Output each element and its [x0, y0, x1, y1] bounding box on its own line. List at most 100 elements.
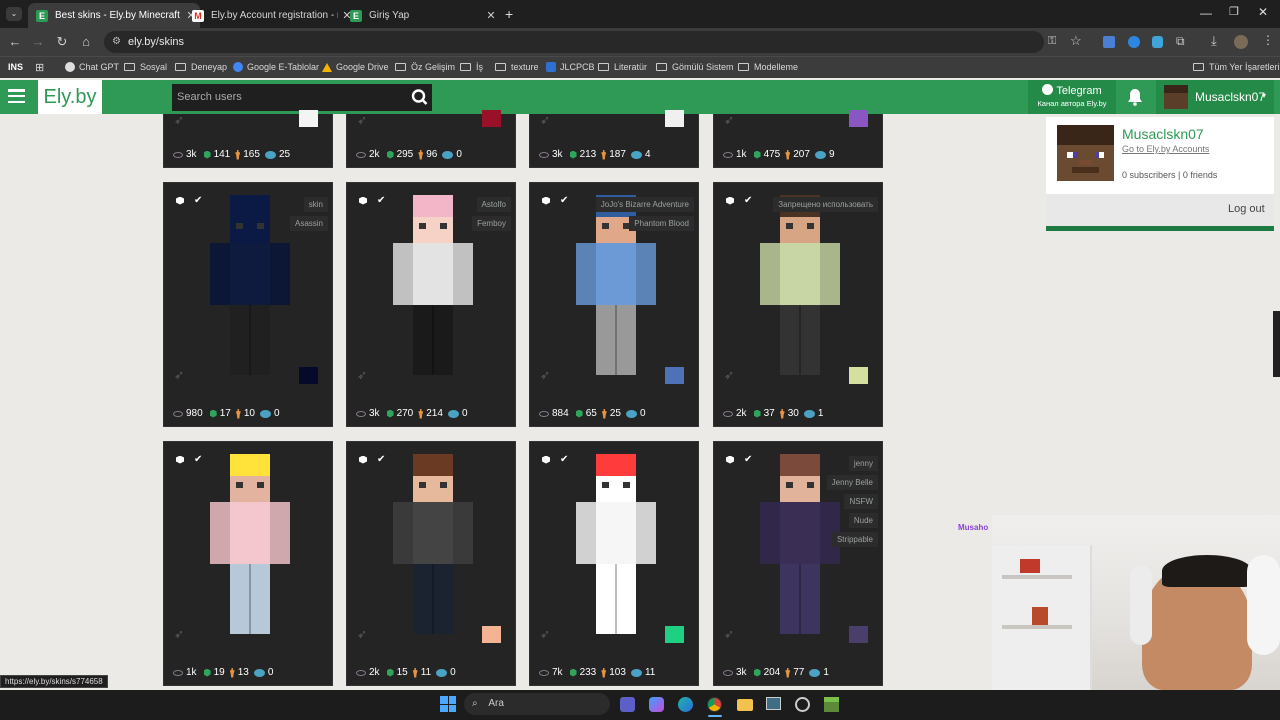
extension-translate-icon[interactable]: [1103, 36, 1115, 48]
teams-icon[interactable]: [620, 697, 635, 712]
scrollbar-thumb[interactable]: [1273, 311, 1280, 377]
cube-icon[interactable]: [176, 196, 184, 205]
menu-dots-icon[interactable]: ⋮: [1262, 33, 1274, 47]
skin-tag[interactable]: jenny: [848, 456, 878, 471]
taskbar-search[interactable]: ⌕ Ara: [464, 693, 610, 715]
rocket-icon[interactable]: ➶: [540, 627, 550, 641]
search-input[interactable]: Search users: [172, 84, 408, 111]
close-window-button[interactable]: ✕: [1258, 5, 1268, 19]
skin-card[interactable]: ✔ ➶ 2k 15 11 0: [346, 441, 516, 686]
skin-tag[interactable]: Strippable: [831, 532, 878, 547]
cube-icon[interactable]: [359, 455, 367, 464]
check-icon[interactable]: ✔: [560, 195, 568, 206]
rocket-icon[interactable]: ➶: [357, 113, 367, 127]
search-button[interactable]: [408, 84, 432, 111]
skin-preview[interactable]: [204, 452, 294, 640]
extensions-puzzle-icon[interactable]: ⧉: [1176, 34, 1185, 49]
check-icon[interactable]: ✔: [194, 454, 202, 465]
site-info-icon[interactable]: ⚙: [112, 31, 121, 53]
apps-grid-icon[interactable]: ⊞: [35, 57, 44, 77]
check-icon[interactable]: ✔: [560, 454, 568, 465]
hamburger-menu-icon[interactable]: [8, 89, 25, 103]
cube-icon[interactable]: [542, 196, 550, 205]
chrome-icon[interactable]: [707, 697, 722, 712]
bookmark-gomulu-sistem[interactable]: Gömülü Sistem: [656, 57, 734, 77]
home-icon[interactable]: ⌂: [76, 34, 96, 49]
skin-tag[interactable]: Phantom Blood: [629, 216, 694, 231]
skin-card[interactable]: ✔ Запрещено использовать ➶ 2k 37 30 1: [713, 182, 883, 427]
skin-tag[interactable]: Запрещено использовать: [773, 197, 878, 212]
maximize-button[interactable]: ❐: [1229, 5, 1239, 18]
skin-preview[interactable]: [570, 452, 660, 640]
tab-list-button[interactable]: ⌄: [6, 7, 22, 21]
bookmark-oz-gelisim[interactable]: Öz Gelişim: [395, 57, 455, 77]
cube-icon[interactable]: [726, 196, 734, 205]
profile-name[interactable]: Musaclskn07: [1122, 126, 1204, 142]
password-key-icon[interactable]: ⚿: [1048, 35, 1056, 48]
extension-blue-icon[interactable]: [1128, 36, 1140, 48]
monitor-app-icon[interactable]: [766, 697, 781, 710]
rocket-icon[interactable]: ➶: [724, 368, 734, 382]
profile-avatar-icon[interactable]: [1234, 35, 1248, 49]
skin-preview[interactable]: [754, 193, 844, 381]
rocket-icon[interactable]: ➶: [540, 368, 550, 382]
minecraft-icon[interactable]: [824, 697, 839, 712]
user-menu[interactable]: Musaclskn07 ▾: [1156, 80, 1274, 114]
logout-button[interactable]: Log out: [1228, 203, 1265, 215]
cube-icon[interactable]: [726, 455, 734, 464]
skin-card[interactable]: ✔ ➶ 7k 233 103 11: [529, 441, 699, 686]
bookmark-google-drive[interactable]: Google Drive: [322, 57, 389, 77]
back-icon[interactable]: ←: [5, 34, 25, 49]
url-field[interactable]: ⚙ ely.by/skins: [104, 31, 1044, 53]
check-icon[interactable]: ✔: [194, 195, 202, 206]
bookmark-chatgpt[interactable]: Chat GPT: [65, 57, 119, 77]
skin-tag[interactable]: Astolfo: [476, 197, 511, 212]
rocket-icon[interactable]: ➶: [357, 368, 367, 382]
skin-card[interactable]: ✔ Astolfo Femboy ➶ 3k 270 214 0: [346, 182, 516, 427]
edge-icon[interactable]: [678, 697, 693, 712]
rocket-icon[interactable]: ➶: [357, 627, 367, 641]
new-tab-button[interactable]: +: [505, 6, 513, 22]
tab-giris-yap[interactable]: E Giriş Yap ✕: [342, 3, 500, 28]
bookmark-google-sheets[interactable]: Google E-Tablolar: [233, 57, 319, 77]
bookmark-texture[interactable]: texture: [495, 57, 539, 77]
skin-card[interactable]: ✔ JoJo's Bizarre Adventure Phantom Blood ➶ 8…: [529, 182, 699, 427]
bookmark-deneyap[interactable]: Deneyap: [175, 57, 227, 77]
cube-icon[interactable]: [359, 196, 367, 205]
skin-preview[interactable]: [387, 193, 477, 381]
bookmark-literatur[interactable]: Literatür: [598, 57, 647, 77]
bookmark-all[interactable]: Tüm Yer İşaretleri: [1193, 57, 1280, 77]
skin-card[interactable]: ➶ 3k 213 187 4: [529, 110, 699, 168]
extension-shield-icon[interactable]: [1152, 36, 1163, 48]
bookmark-ins[interactable]: INS: [8, 57, 23, 77]
accounts-link[interactable]: Go to Ely.by Accounts: [1122, 144, 1209, 154]
check-icon[interactable]: ✔: [377, 454, 385, 465]
skin-card[interactable]: ✔ skin Asassin ➶ 980 17 10 0: [163, 182, 333, 427]
windows-start-icon[interactable]: [440, 696, 456, 712]
bell-icon[interactable]: [1127, 88, 1143, 106]
bookmark-modelleme[interactable]: Modelleme: [738, 57, 798, 77]
skin-preview[interactable]: [204, 193, 294, 381]
file-explorer-icon[interactable]: [737, 699, 753, 711]
skin-tag[interactable]: NSFW: [844, 494, 878, 509]
skin-tag[interactable]: Nude: [848, 513, 878, 528]
rocket-icon[interactable]: ➶: [540, 113, 550, 127]
reload-icon[interactable]: ↻: [52, 34, 72, 50]
skin-tag[interactable]: Asassin: [289, 216, 328, 231]
telegram-link[interactable]: Telegram Канал автора Ely.by: [1028, 80, 1116, 114]
copilot-icon[interactable]: [649, 697, 664, 712]
download-icon[interactable]: ⤓: [1211, 33, 1217, 49]
settings-app-icon[interactable]: [795, 697, 810, 712]
bookmark-jlcpcb[interactable]: JLCPCB: [546, 57, 595, 77]
rocket-icon[interactable]: ➶: [724, 627, 734, 641]
cube-icon[interactable]: [176, 455, 184, 464]
skin-tag[interactable]: Jenny Belle: [826, 475, 878, 490]
bookmark-star-icon[interactable]: ☆: [1070, 33, 1082, 49]
skin-preview[interactable]: [387, 452, 477, 640]
skin-card[interactable]: ➶ 1k 475 207 9: [713, 110, 883, 168]
forward-icon[interactable]: →: [28, 34, 48, 49]
site-logo[interactable]: Ely.by: [38, 80, 102, 114]
minimize-button[interactable]: —: [1200, 6, 1212, 20]
check-icon[interactable]: ✔: [377, 195, 385, 206]
bookmark-sosyal[interactable]: Sosyal: [124, 57, 167, 77]
